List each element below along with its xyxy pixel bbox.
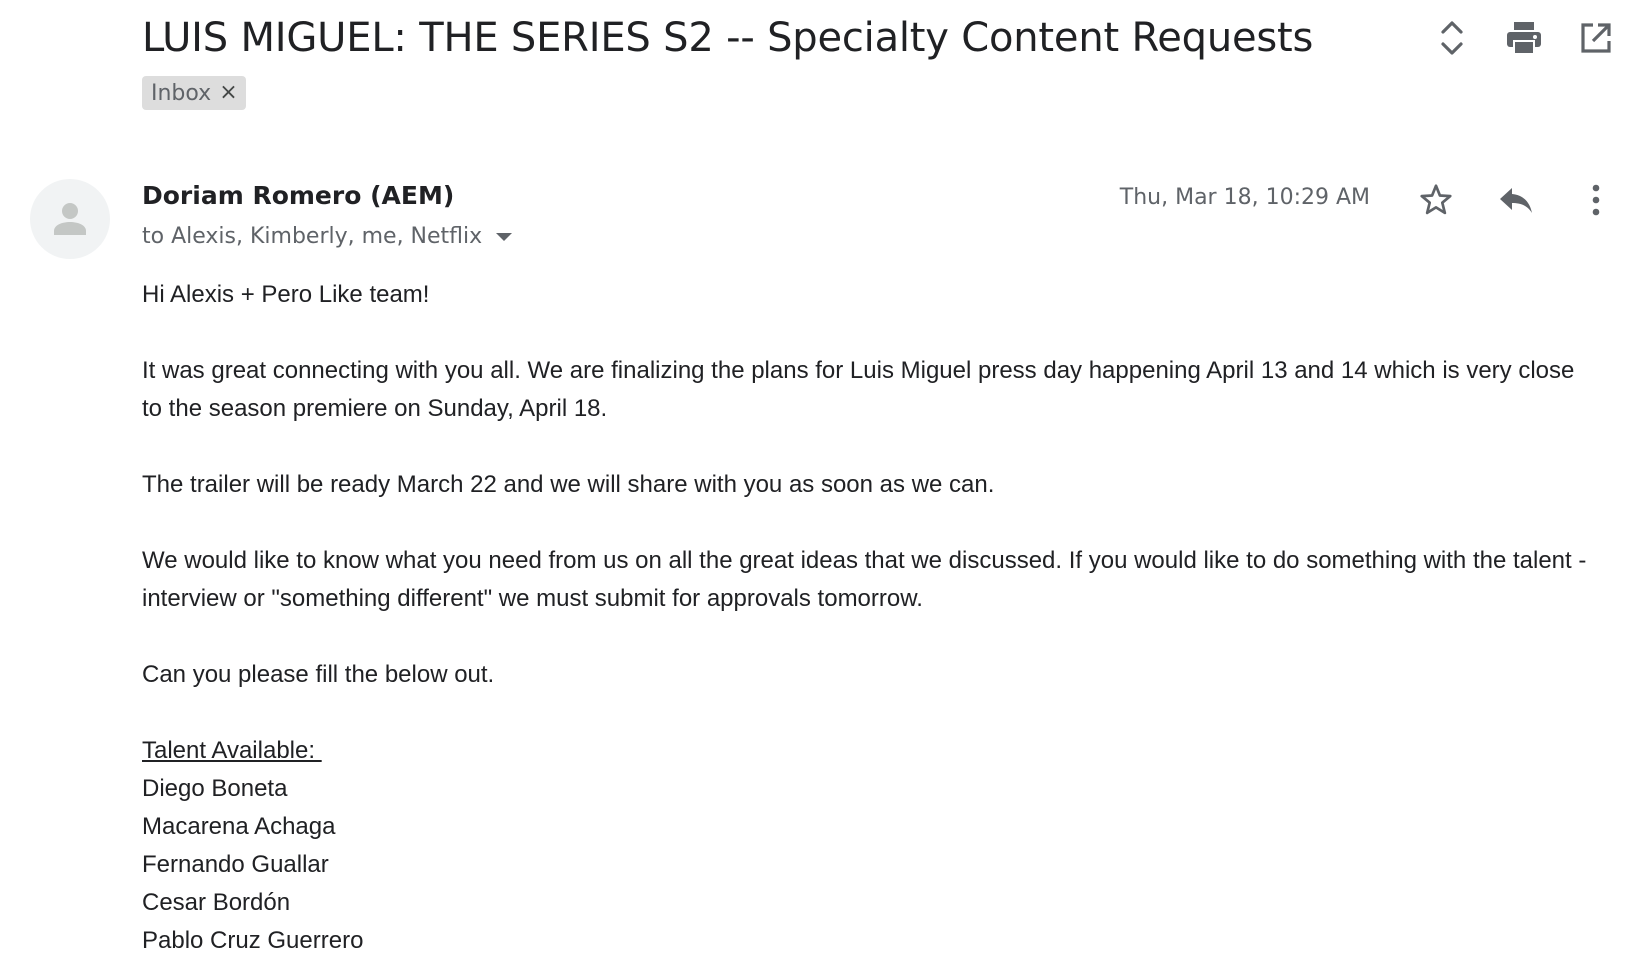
more-vert-icon[interactable] — [1576, 176, 1616, 224]
expand-collapse-icon[interactable] — [1432, 14, 1472, 62]
star-icon[interactable] — [1416, 176, 1456, 224]
open-in-new-window-icon[interactable] — [1576, 14, 1616, 62]
talent-item: Cesar Bordón — [142, 889, 291, 916]
body-paragraph: We would like to know what you need from… — [142, 547, 1587, 612]
talent-item: Fernando Guallar — [142, 851, 329, 878]
label-chip-inbox[interactable]: Inbox × — [142, 76, 246, 110]
talent-item: Macarena Achaga — [142, 813, 336, 840]
body-paragraph: The trailer will be ready March 22 and w… — [142, 471, 995, 498]
message-actions — [1416, 176, 1616, 224]
person-icon — [54, 203, 86, 235]
sender-avatar[interactable] — [30, 179, 110, 259]
print-icon[interactable] — [1504, 14, 1544, 62]
greeting: Hi Alexis + Pero Like team! — [142, 281, 430, 308]
talent-item: Pablo Cruz Guerrero — [142, 927, 364, 954]
label-chip-text: Inbox — [151, 80, 212, 106]
talent-list: Diego Boneta Macarena Achaga Fernando Gu… — [142, 770, 1592, 960]
message-date: Thu, Mar 18, 10:29 AM — [1119, 185, 1370, 210]
caret-down-icon[interactable] — [496, 232, 513, 242]
talent-item: Diego Boneta — [142, 775, 288, 802]
body-paragraph: It was great connecting with you all. We… — [142, 357, 1575, 422]
recipients-text: to Alexis, Kimberly, me, Netflix — [142, 224, 483, 249]
email-subject: LUIS MIGUEL: THE SERIES S2 -- Specialty … — [142, 15, 1314, 61]
reply-icon[interactable] — [1496, 176, 1536, 224]
body-paragraph: Can you please fill the below out. — [142, 661, 495, 688]
message-body: Hi Alexis + Pero Like team! It was great… — [142, 276, 1592, 960]
sender-name[interactable]: Doriam Romero (AEM) — [142, 181, 454, 210]
thread-toolbar — [1432, 14, 1616, 62]
talent-heading: Talent Available: — [142, 737, 322, 764]
recipients-line: to Alexis, Kimberly, me, Netflix — [142, 224, 513, 249]
remove-label-icon[interactable]: × — [219, 82, 237, 104]
